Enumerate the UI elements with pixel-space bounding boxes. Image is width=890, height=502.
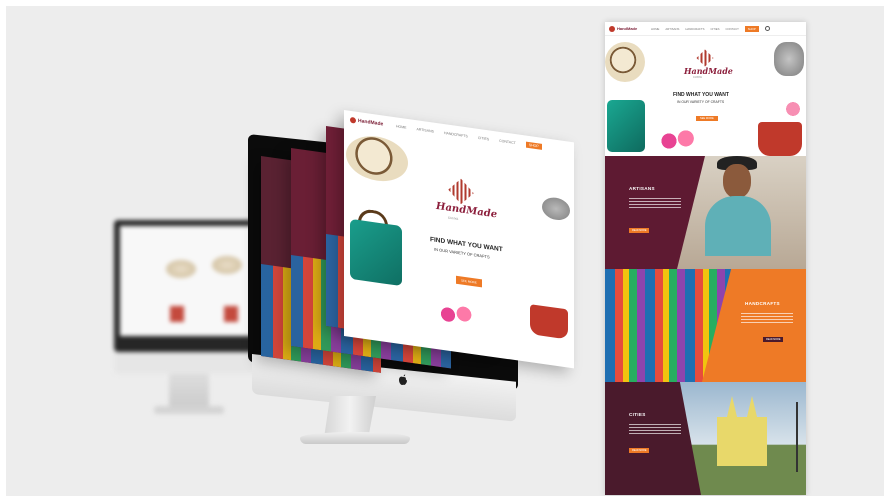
hero-title: FIND WHAT YOU WANT — [673, 92, 729, 98]
pink-flower-image — [782, 96, 804, 122]
section-handcrafts: HANDCRAFTS READ MORE — [605, 269, 806, 382]
section-title-handcrafts: HANDCRAFTS — [745, 301, 780, 306]
apple-logo-icon — [399, 374, 407, 385]
flowers-image — [436, 298, 476, 333]
basket-image — [758, 122, 802, 156]
handcrafts-panel — [702, 269, 806, 382]
nav-link-handcrafts[interactable]: HANDCRAFTS — [444, 131, 468, 138]
background-monitor-base — [154, 406, 224, 414]
brand-subtitle: CUNYA — [693, 76, 702, 79]
flowers-image — [657, 128, 697, 154]
hero-subtitle: IN OUR VARIETY OF CRAFTS — [677, 100, 725, 104]
hero-see-more-button[interactable]: SEE MORE — [456, 275, 482, 288]
artisans-read-more-button[interactable]: READ MORE — [629, 228, 650, 233]
nav-shop-button[interactable]: SHOP — [525, 141, 542, 150]
brand-mark-icon — [696, 49, 714, 67]
brand-subtitle: CUNYA — [448, 215, 459, 222]
product-image — [224, 306, 238, 322]
hat-product-image — [166, 260, 196, 278]
hat-image — [605, 42, 645, 82]
brand-name: HandMade — [684, 66, 733, 76]
section-text-artisans — [629, 198, 681, 210]
brand-name: HandMade — [436, 200, 498, 221]
floating-layer-home: HandMade HOME ARTISANS HANDCRAFTS CITIES… — [344, 110, 574, 369]
hero-see-more-button[interactable]: SEE MORE — [696, 116, 718, 121]
section-artisans: ARTISANS READ MORE — [605, 156, 806, 269]
handcrafts-read-more-button[interactable]: READ MORE — [763, 337, 784, 342]
nav-link-home[interactable]: HOME — [651, 27, 659, 31]
section-cities: CITIES READ MORE — [605, 382, 806, 495]
basket-image — [530, 304, 568, 340]
nav-link-handcrafts[interactable]: HANDCRAFTS — [685, 27, 704, 31]
nav-shop-button[interactable]: SHOP — [744, 25, 759, 32]
cities-panel — [605, 382, 701, 495]
section-text-cities — [629, 424, 681, 436]
logo-text: HandMade — [617, 26, 638, 31]
section-title-artisans: ARTISANS — [629, 186, 655, 191]
product-image — [170, 306, 184, 322]
nav-link-contact[interactable]: CONTACT — [725, 27, 738, 31]
imac-base — [300, 432, 410, 444]
nav-link-artisans[interactable]: ARTISANS — [665, 27, 679, 31]
nav-link-contact[interactable]: CONTACT — [499, 139, 516, 145]
logo-mark-icon — [350, 116, 356, 124]
cities-read-more-button[interactable]: READ MORE — [629, 448, 650, 453]
bag-image — [350, 218, 402, 287]
shoe-image — [774, 42, 804, 76]
nav-link-cities[interactable]: CITIES — [478, 136, 489, 142]
mockup-stage: HandMade HOME ARTISANS HANDCRAFTS CITIES… — [6, 6, 884, 496]
church-image — [717, 396, 767, 466]
brand-mark-icon — [448, 178, 474, 205]
page-logo[interactable]: HandMade — [609, 25, 645, 33]
search-icon[interactable] — [764, 26, 770, 31]
hat-image — [346, 132, 408, 185]
site-logo[interactable]: HandMade — [350, 116, 386, 129]
street-lamp-image — [796, 402, 798, 472]
shoe-image — [542, 195, 570, 222]
artisans-panel — [605, 156, 705, 269]
logo-text: HandMade — [358, 117, 384, 128]
full-page-mockup: HandMade HOME ARTISANS HANDCRAFTS CITIES… — [605, 22, 806, 495]
logo-mark-icon — [609, 25, 615, 32]
nav-link-home[interactable]: HOME — [396, 124, 407, 129]
artisan-body — [705, 196, 771, 256]
page-nav: HandMade HOME ARTISANS HANDCRAFTS CITIES… — [605, 22, 806, 36]
background-monitor-stand — [169, 374, 209, 408]
artisan-face — [723, 164, 751, 198]
page-hero: HandMade CUNYA FIND WHAT YOU WANT IN OUR… — [605, 36, 806, 156]
section-title-cities: CITIES — [629, 412, 646, 417]
section-text-handcrafts — [741, 313, 793, 325]
nav-link-artisans[interactable]: ARTISANS — [417, 127, 434, 133]
nav-link-cities[interactable]: CITIES — [710, 27, 719, 31]
bag-image — [607, 100, 645, 152]
